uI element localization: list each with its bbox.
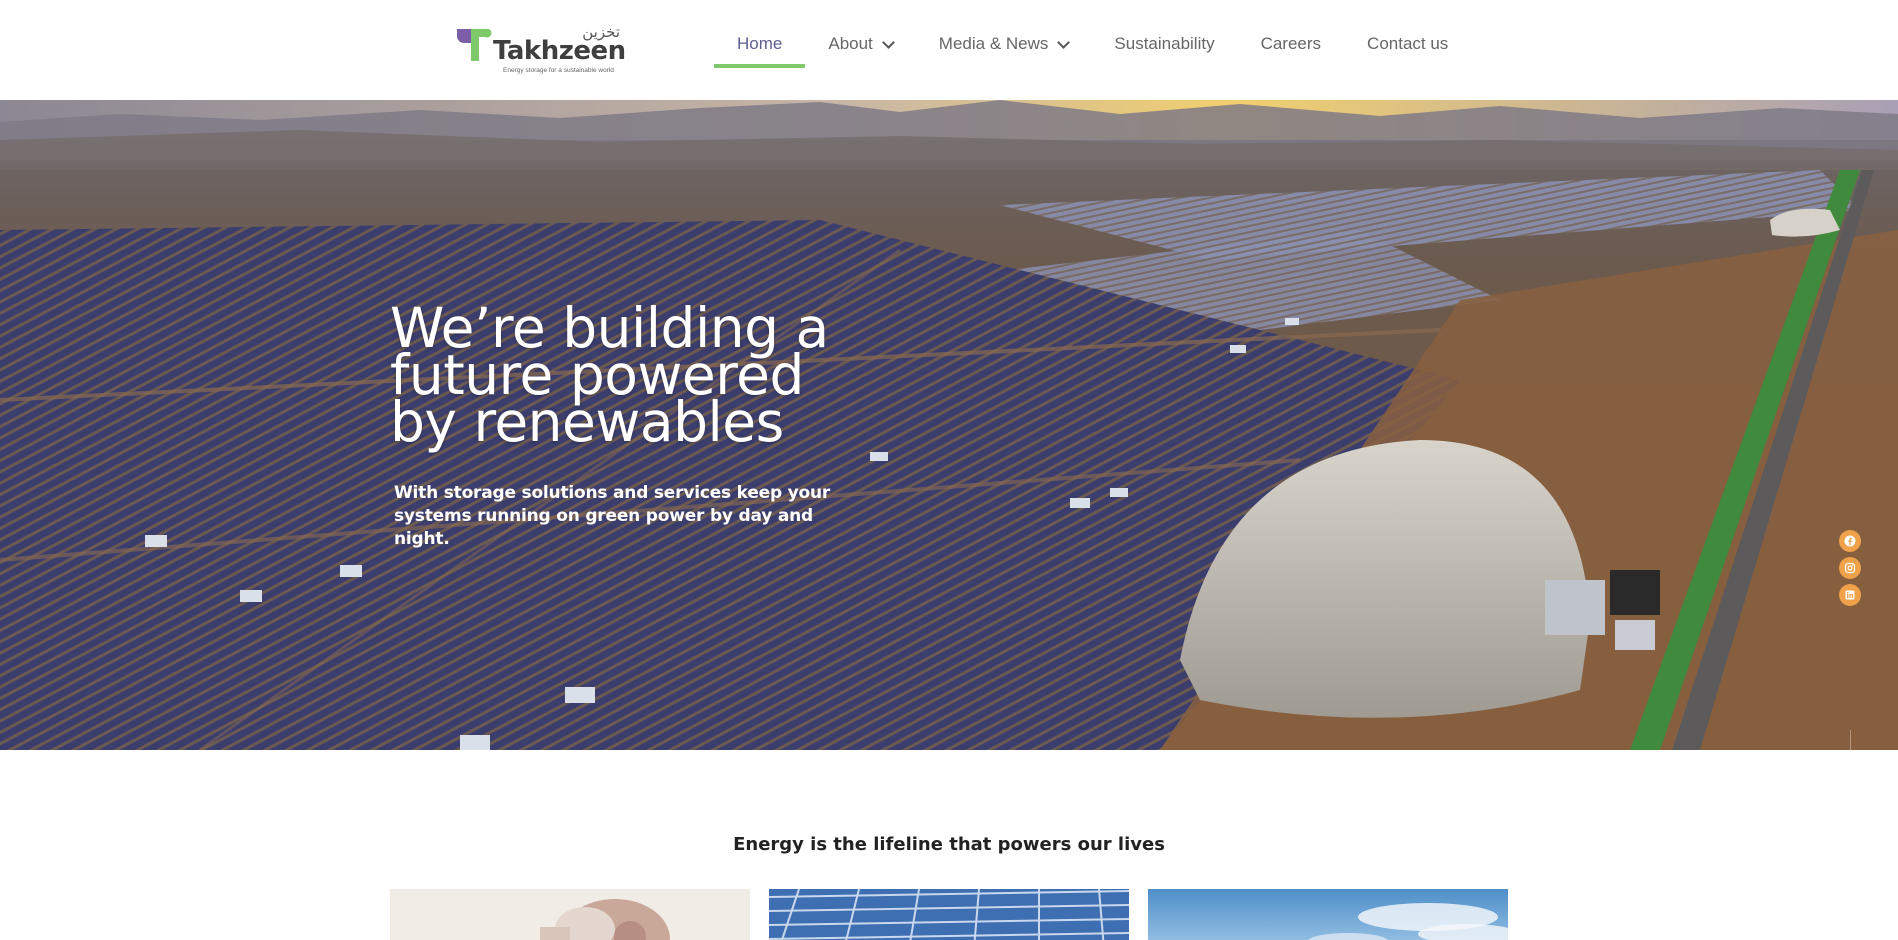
logo-tagline: Energy storage for a sustainable world bbox=[503, 67, 614, 74]
nav-label: About bbox=[828, 34, 873, 53]
hero-solar-farm-image bbox=[0, 100, 1898, 750]
card-sky-image bbox=[1148, 889, 1508, 940]
nav-item-media-news[interactable]: Media & News bbox=[916, 26, 1092, 70]
nav-item-sustainability[interactable]: Sustainability bbox=[1091, 26, 1237, 70]
hero-banner: We’re building a future powered by renew… bbox=[0, 100, 1898, 750]
logo-mark-icon bbox=[457, 29, 492, 61]
card-solar-image bbox=[769, 889, 1129, 940]
feature-card-sky[interactable] bbox=[1148, 889, 1508, 940]
nav-item-home[interactable]: Home bbox=[714, 26, 806, 70]
hero-subtitle-line: With storage solutions and services keep… bbox=[394, 483, 831, 503]
hero-title: We’re building a future powered by renew… bbox=[390, 301, 910, 450]
hero-subtitle-line: systems running on green power by day an… bbox=[394, 506, 813, 549]
feature-cards bbox=[390, 889, 1508, 940]
nav-label: Sustainability bbox=[1114, 34, 1215, 53]
card-people-image bbox=[390, 889, 750, 940]
social-links bbox=[1839, 530, 1861, 606]
nav-item-careers[interactable]: Careers bbox=[1238, 26, 1344, 70]
nav-item-contact[interactable]: Contact us bbox=[1344, 26, 1471, 70]
logo-wordmark: Takhzeen bbox=[493, 36, 626, 66]
social-divider bbox=[1850, 730, 1851, 750]
feature-card-people[interactable] bbox=[390, 889, 750, 940]
hero-subtitle: With storage solutions and services keep… bbox=[394, 482, 854, 551]
chevron-down-icon bbox=[881, 36, 895, 49]
linkedin-icon[interactable] bbox=[1839, 584, 1861, 606]
facebook-icon[interactable] bbox=[1839, 530, 1861, 552]
section-tagline: Energy is the lifeline that powers our l… bbox=[733, 834, 1165, 855]
nav-item-about[interactable]: About bbox=[805, 26, 915, 70]
nav-label: Home bbox=[737, 34, 783, 53]
hero-text-block: We’re building a future powered by renew… bbox=[390, 301, 910, 551]
site-header: تخزين Takhzeen Energy storage for a sust… bbox=[0, 0, 1898, 100]
main-nav: Home About Media & News Sustainability C… bbox=[714, 26, 1471, 70]
hero-title-line: by renewables bbox=[390, 390, 784, 454]
nav-label: Contact us bbox=[1367, 34, 1449, 53]
nav-label: Careers bbox=[1260, 34, 1322, 53]
feature-card-solar[interactable] bbox=[769, 889, 1129, 940]
chevron-down-icon bbox=[1057, 36, 1071, 49]
instagram-icon[interactable] bbox=[1839, 557, 1861, 579]
takhzeen-logo[interactable]: تخزين Takhzeen Energy storage for a sust… bbox=[455, 23, 626, 80]
nav-label: Media & News bbox=[938, 34, 1049, 53]
